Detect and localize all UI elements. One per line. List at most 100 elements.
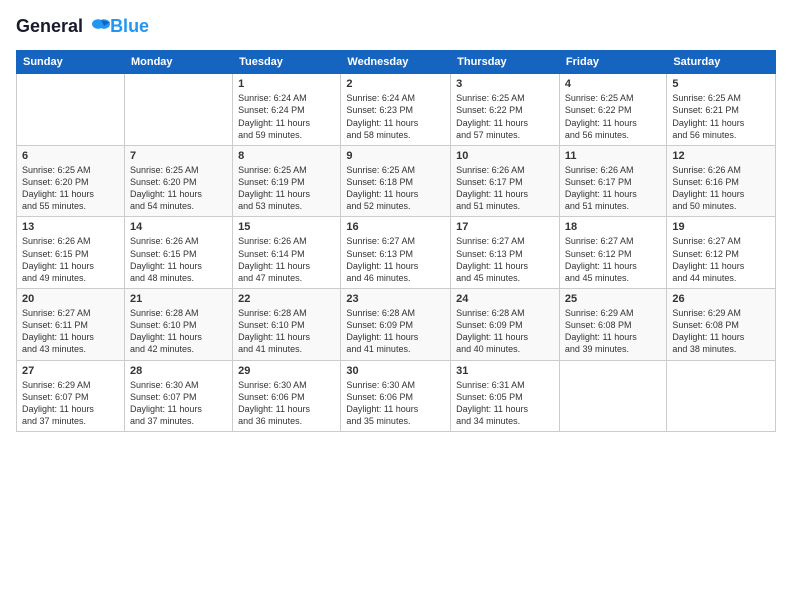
calendar-cell: 30Sunrise: 6:30 AM Sunset: 6:06 PM Dayli… <box>341 360 451 432</box>
cell-content: Sunrise: 6:28 AM Sunset: 6:09 PM Dayligh… <box>456 307 554 356</box>
cell-content: Sunrise: 6:26 AM Sunset: 6:16 PM Dayligh… <box>672 164 770 213</box>
cell-content: Sunrise: 6:29 AM Sunset: 6:08 PM Dayligh… <box>565 307 661 356</box>
cell-content: Sunrise: 6:24 AM Sunset: 6:24 PM Dayligh… <box>238 92 335 141</box>
calendar-week-row: 13 Sunrise: 6:26 AM Sunset: 6:15 PM Dayli… <box>17 217 776 289</box>
day-number: 18 <box>565 221 661 233</box>
calendar-header-row: SundayMondayTuesdayWednesdayThursdayFrid… <box>17 51 776 74</box>
calendar-cell: 29 Sunrise: 6:30 AM Sunset: 6:06 PM Dayli… <box>233 360 341 432</box>
day-number: 9 <box>346 150 445 162</box>
calendar-cell <box>124 74 232 146</box>
calendar-cell: 14 Sunrise: 6:26 AM Sunset: 6:15 PM Dayli… <box>124 217 232 289</box>
day-number: 8 <box>238 150 335 162</box>
calendar-cell: 11Sunrise: 6:26 AM Sunset: 6:17 PM Dayli… <box>559 145 666 217</box>
calendar-cell: 12 Sunrise: 6:26 AM Sunset: 6:16 PM Dayli… <box>667 145 776 217</box>
header: General Blue <box>16 16 776 38</box>
day-number: 20 <box>22 293 119 305</box>
calendar-cell: 5 Sunrise: 6:25 AM Sunset: 6:21 PM Daylig… <box>667 74 776 146</box>
calendar-cell: 23Sunrise: 6:28 AM Sunset: 6:09 PM Dayli… <box>341 288 451 360</box>
day-number: 7 <box>130 150 227 162</box>
day-number: 15 <box>238 221 335 233</box>
day-number: 5 <box>672 78 770 90</box>
day-number: 6 <box>22 150 119 162</box>
calendar-week-row: 6 Sunrise: 6:25 AM Sunset: 6:20 PM Daylig… <box>17 145 776 217</box>
calendar-cell: 19 Sunrise: 6:27 AM Sunset: 6:12 PM Dayli… <box>667 217 776 289</box>
cell-content: Sunrise: 6:24 AM Sunset: 6:23 PM Dayligh… <box>346 92 445 141</box>
cell-content: Sunrise: 6:28 AM Sunset: 6:09 PM Dayligh… <box>346 307 445 356</box>
calendar-cell: 4 Sunrise: 6:25 AM Sunset: 6:22 PM Daylig… <box>559 74 666 146</box>
cell-content: Sunrise: 6:25 AM Sunset: 6:22 PM Dayligh… <box>456 92 554 141</box>
calendar-cell: 2 Sunrise: 6:24 AM Sunset: 6:23 PM Daylig… <box>341 74 451 146</box>
calendar-week-row: 27 Sunrise: 6:29 AM Sunset: 6:07 PM Dayli… <box>17 360 776 432</box>
day-number: 22 <box>238 293 335 305</box>
cell-content: Sunrise: 6:26 AM Sunset: 6:15 PM Dayligh… <box>130 235 227 284</box>
calendar-day-header: Wednesday <box>341 51 451 74</box>
cell-content: Sunrise: 6:26 AM Sunset: 6:15 PM Dayligh… <box>22 235 119 284</box>
cell-content: Sunrise: 6:27 AM Sunset: 6:12 PM Dayligh… <box>672 235 770 284</box>
day-number: 13 <box>22 221 119 233</box>
logo-bird-icon <box>90 16 112 38</box>
cell-content: Sunrise: 6:27 AM Sunset: 6:13 PM Dayligh… <box>456 235 554 284</box>
day-number: 28 <box>130 365 227 377</box>
cell-content: Sunrise: 6:26 AM Sunset: 6:14 PM Dayligh… <box>238 235 335 284</box>
day-number: 29 <box>238 365 335 377</box>
calendar-day-header: Monday <box>124 51 232 74</box>
calendar-week-row: 20 Sunrise: 6:27 AM Sunset: 6:11 PM Dayli… <box>17 288 776 360</box>
day-number: 10 <box>456 150 554 162</box>
calendar-cell: 13 Sunrise: 6:26 AM Sunset: 6:15 PM Dayli… <box>17 217 125 289</box>
day-number: 17 <box>456 221 554 233</box>
day-number: 12 <box>672 150 770 162</box>
day-number: 19 <box>672 221 770 233</box>
calendar-day-header: Tuesday <box>233 51 341 74</box>
calendar-cell: 22 Sunrise: 6:28 AM Sunset: 6:10 PM Dayli… <box>233 288 341 360</box>
calendar-cell: 7 Sunrise: 6:25 AM Sunset: 6:20 PM Daylig… <box>124 145 232 217</box>
cell-content: Sunrise: 6:30 AM Sunset: 6:06 PM Dayligh… <box>346 379 445 428</box>
day-number: 31 <box>456 365 554 377</box>
calendar-cell: 31Sunrise: 6:31 AM Sunset: 6:05 PM Dayli… <box>451 360 560 432</box>
cell-content: Sunrise: 6:29 AM Sunset: 6:08 PM Dayligh… <box>672 307 770 356</box>
cell-content: Sunrise: 6:29 AM Sunset: 6:07 PM Dayligh… <box>22 379 119 428</box>
calendar-day-header: Friday <box>559 51 666 74</box>
calendar-cell: 3Sunrise: 6:25 AM Sunset: 6:22 PM Daylig… <box>451 74 560 146</box>
cell-content: Sunrise: 6:27 AM Sunset: 6:11 PM Dayligh… <box>22 307 119 356</box>
calendar-cell: 25 Sunrise: 6:29 AM Sunset: 6:08 PM Dayli… <box>559 288 666 360</box>
day-number: 11 <box>565 150 661 162</box>
logo: General Blue <box>16 16 149 38</box>
cell-content: Sunrise: 6:30 AM Sunset: 6:07 PM Dayligh… <box>130 379 227 428</box>
cell-content: Sunrise: 6:27 AM Sunset: 6:13 PM Dayligh… <box>346 235 445 284</box>
calendar-week-row: 1 Sunrise: 6:24 AM Sunset: 6:24 PM Daylig… <box>17 74 776 146</box>
calendar-cell: 28 Sunrise: 6:30 AM Sunset: 6:07 PM Dayli… <box>124 360 232 432</box>
calendar-cell: 15 Sunrise: 6:26 AM Sunset: 6:14 PM Dayli… <box>233 217 341 289</box>
calendar-day-header: Saturday <box>667 51 776 74</box>
calendar-cell: 26 Sunrise: 6:29 AM Sunset: 6:08 PM Dayli… <box>667 288 776 360</box>
cell-content: Sunrise: 6:25 AM Sunset: 6:19 PM Dayligh… <box>238 164 335 213</box>
cell-content: Sunrise: 6:27 AM Sunset: 6:12 PM Dayligh… <box>565 235 661 284</box>
cell-content: Sunrise: 6:25 AM Sunset: 6:20 PM Dayligh… <box>130 164 227 213</box>
calendar-cell: 6 Sunrise: 6:25 AM Sunset: 6:20 PM Daylig… <box>17 145 125 217</box>
calendar-cell: 24Sunrise: 6:28 AM Sunset: 6:09 PM Dayli… <box>451 288 560 360</box>
cell-content: Sunrise: 6:25 AM Sunset: 6:22 PM Dayligh… <box>565 92 661 141</box>
cell-content: Sunrise: 6:30 AM Sunset: 6:06 PM Dayligh… <box>238 379 335 428</box>
cell-content: Sunrise: 6:25 AM Sunset: 6:20 PM Dayligh… <box>22 164 119 213</box>
cell-content: Sunrise: 6:28 AM Sunset: 6:10 PM Dayligh… <box>130 307 227 356</box>
calendar-cell: 9Sunrise: 6:25 AM Sunset: 6:18 PM Daylig… <box>341 145 451 217</box>
page: General Blue SundayMondayTuesdayWednesda… <box>0 0 792 612</box>
day-number: 26 <box>672 293 770 305</box>
calendar-cell <box>559 360 666 432</box>
calendar-cell: 21Sunrise: 6:28 AM Sunset: 6:10 PM Dayli… <box>124 288 232 360</box>
day-number: 2 <box>346 78 445 90</box>
cell-content: Sunrise: 6:28 AM Sunset: 6:10 PM Dayligh… <box>238 307 335 356</box>
day-number: 14 <box>130 221 227 233</box>
calendar-cell: 10 Sunrise: 6:26 AM Sunset: 6:17 PM Dayli… <box>451 145 560 217</box>
calendar-day-header: Thursday <box>451 51 560 74</box>
day-number: 25 <box>565 293 661 305</box>
day-number: 1 <box>238 78 335 90</box>
calendar-cell: 8 Sunrise: 6:25 AM Sunset: 6:19 PM Daylig… <box>233 145 341 217</box>
calendar-cell: 1 Sunrise: 6:24 AM Sunset: 6:24 PM Daylig… <box>233 74 341 146</box>
cell-content: Sunrise: 6:25 AM Sunset: 6:21 PM Dayligh… <box>672 92 770 141</box>
day-number: 16 <box>346 221 445 233</box>
cell-content: Sunrise: 6:26 AM Sunset: 6:17 PM Dayligh… <box>456 164 554 213</box>
calendar-table: SundayMondayTuesdayWednesdayThursdayFrid… <box>16 50 776 432</box>
calendar-cell: 20 Sunrise: 6:27 AM Sunset: 6:11 PM Dayli… <box>17 288 125 360</box>
day-number: 4 <box>565 78 661 90</box>
day-number: 27 <box>22 365 119 377</box>
